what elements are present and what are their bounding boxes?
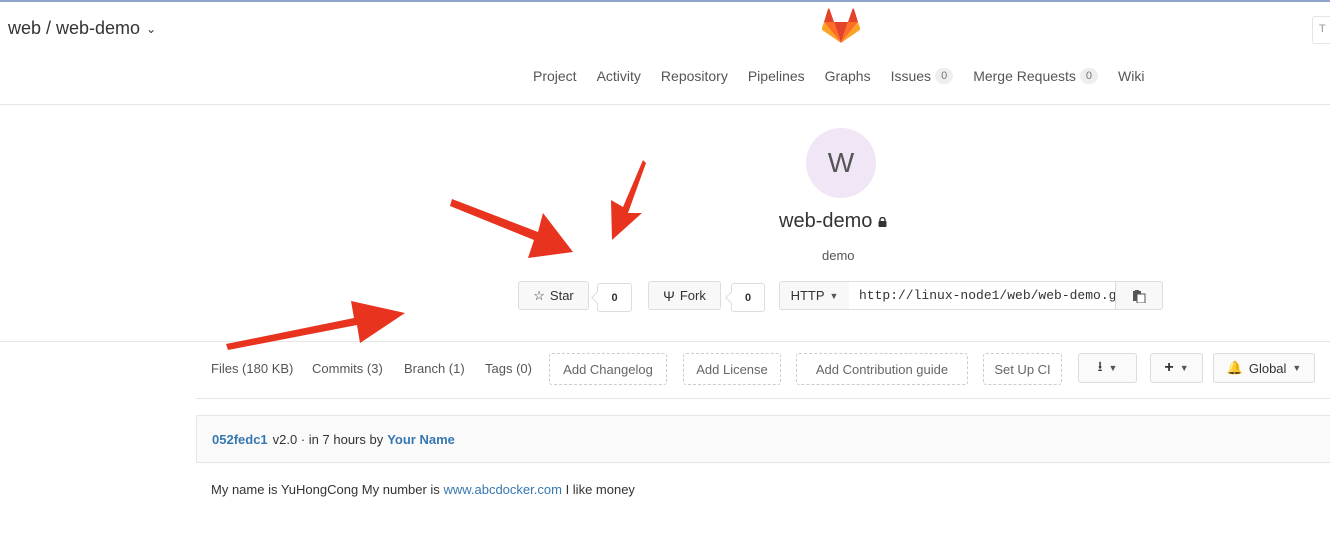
notification-label: Global <box>1248 360 1287 376</box>
star-label: Star <box>549 288 574 303</box>
nav-graphs[interactable]: Graphs <box>825 68 871 84</box>
gitlab-logo-icon[interactable] <box>822 8 860 44</box>
project-avatar: W <box>806 128 876 198</box>
set-up-ci-button[interactable]: Set Up CI <box>983 353 1062 385</box>
project-nav: Project Activity Repository Pipelines Gr… <box>533 68 1164 84</box>
caret-down-icon: ▼ <box>829 290 839 301</box>
fork-label: Fork <box>679 288 706 303</box>
bell-icon: 🔔 <box>1226 360 1243 375</box>
branch-link[interactable]: Branch (1) <box>404 361 465 376</box>
last-commit-bar: 052fedc1 v2.0 · in 7 hours by Your Name <box>196 415 1330 463</box>
arrow-icon <box>450 199 573 258</box>
nav-label: Wiki <box>1118 68 1145 84</box>
divider <box>0 341 1330 342</box>
readme-text-after: I like money <box>565 482 635 497</box>
plus-icon: + <box>1164 359 1174 376</box>
divider <box>196 398 1330 399</box>
project-name: web-demo <box>779 210 873 232</box>
commit-author-link[interactable]: Your Name <box>387 432 455 447</box>
nav-repository[interactable]: Repository <box>661 68 728 84</box>
download-dropdown[interactable]: ⭳ ▼ <box>1078 353 1137 383</box>
search-input[interactable]: T <box>1312 16 1330 44</box>
merge-requests-count-badge: 0 <box>1079 68 1099 84</box>
notification-dropdown[interactable]: 🔔 Global ▼ <box>1213 353 1315 383</box>
arrow-icon <box>226 301 405 350</box>
nav-pipelines[interactable]: Pipelines <box>748 68 805 84</box>
readme-link[interactable]: www.abcdocker.com <box>443 482 562 497</box>
fork-count[interactable]: 0 <box>731 283 765 312</box>
add-license-button[interactable]: Add License <box>683 353 781 385</box>
clone-protocol-dropdown[interactable]: HTTP ▼ <box>779 281 850 310</box>
readme-content: My name is YuHongCong My number is www.a… <box>211 482 635 497</box>
project-description: demo <box>822 248 855 263</box>
nav-label: Activity <box>596 68 641 84</box>
caret-down-icon: ▼ <box>1108 363 1118 373</box>
nav-label: Merge Requests <box>973 68 1076 84</box>
nav-label: Pipelines <box>747 68 805 84</box>
protocol-label: HTTP <box>790 288 825 303</box>
project-title: web-demo <box>779 210 887 233</box>
project-path-label: web / web-demo <box>8 18 141 38</box>
nav-label: Graphs <box>824 68 871 84</box>
caret-down-icon: ▼ <box>1292 363 1302 373</box>
clipboard-icon <box>1133 289 1146 303</box>
add-changelog-button[interactable]: Add Changelog <box>549 353 667 385</box>
lock-icon <box>878 216 887 227</box>
star-icon: ☆ <box>533 287 545 303</box>
add-contribution-guide-button[interactable]: Add Contribution guide <box>796 353 968 385</box>
copy-url-button[interactable] <box>1115 281 1163 310</box>
arrow-icon <box>611 160 646 240</box>
nav-wiki[interactable]: Wiki <box>1118 68 1144 84</box>
clone-url-input[interactable]: http://linux-node1/web/web-demo.git <box>849 281 1116 310</box>
readme-text-before: My name is YuHongCong My number is <box>211 482 440 497</box>
nav-label: Issues <box>890 68 932 84</box>
star-button[interactable]: ☆ Star <box>518 281 589 310</box>
commit-meta: v2.0 · in 7 hours by <box>272 431 384 447</box>
nav-activity[interactable]: Activity <box>597 68 641 84</box>
issues-count-badge: 0 <box>935 68 954 84</box>
tags-link[interactable]: Tags (0) <box>485 361 532 376</box>
fork-icon: Ψ <box>663 287 675 304</box>
chevron-down-icon: ⌄ <box>146 21 157 36</box>
nav-label: Project <box>533 68 577 84</box>
commit-sha-link[interactable]: 052fedc1 <box>212 432 268 447</box>
top-header: web / web-demo ⌄ T Project Activity Repo… <box>0 2 1330 105</box>
download-icon: ⭳ <box>1097 358 1103 374</box>
nav-label: Repository <box>660 68 728 84</box>
star-count[interactable]: 0 <box>597 283 632 312</box>
nav-project[interactable]: Project <box>533 68 577 84</box>
nav-merge-requests[interactable]: Merge Requests 0 <box>973 68 1099 84</box>
files-link[interactable]: Files (180 KB) <box>211 361 293 376</box>
nav-issues[interactable]: Issues 0 <box>891 68 954 84</box>
add-dropdown[interactable]: + ▼ <box>1150 353 1203 383</box>
fork-button[interactable]: Ψ Fork <box>648 281 721 310</box>
project-path-dropdown[interactable]: web / web-demo ⌄ <box>8 18 156 39</box>
caret-down-icon: ▼ <box>1179 363 1189 373</box>
commits-link[interactable]: Commits (3) <box>312 361 383 376</box>
